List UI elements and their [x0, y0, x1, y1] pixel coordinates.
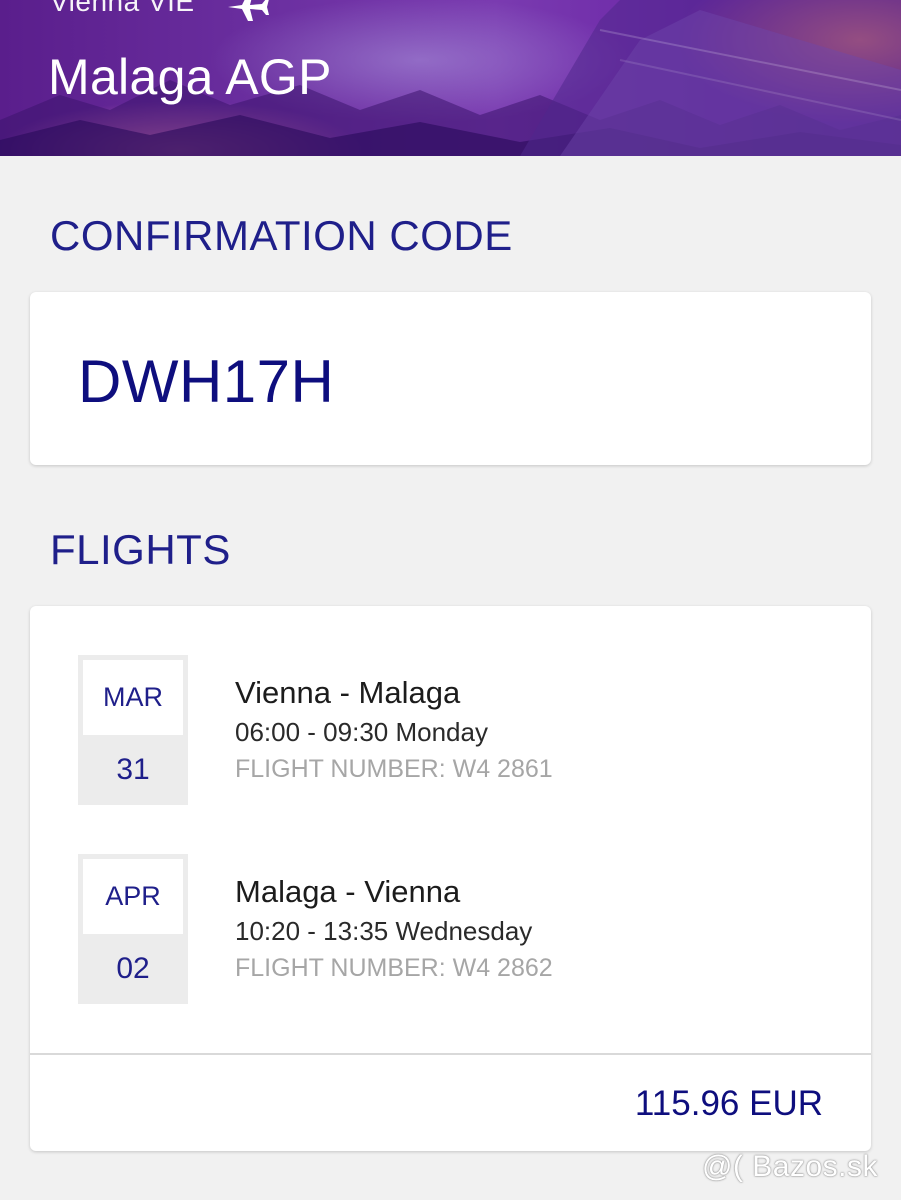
- flight-date-month: APR: [83, 859, 183, 934]
- total-price: 115.96 EUR: [634, 1084, 823, 1123]
- route-origin: Vienna VIE: [50, 0, 195, 17]
- flight-date-day: 02: [116, 952, 150, 985]
- flight-date-month: MAR: [83, 660, 183, 735]
- flight-item[interactable]: APR 02 Malaga - Vienna 10:20 - 13:35 Wed…: [78, 854, 838, 1004]
- flight-time: 10:20 - 13:35 Wednesday: [235, 916, 533, 946]
- flight-route: Malaga - Vienna: [235, 874, 461, 909]
- watermark: @( Bazos.sk: [702, 1150, 878, 1183]
- flights-card: MAR 31 Vienna - Malaga 06:00 - 09:30 Mon…: [30, 606, 871, 1151]
- flight-date-badge: MAR 31: [78, 655, 188, 805]
- price-divider: [30, 1053, 871, 1055]
- route-destination: Malaga AGP: [48, 49, 332, 105]
- confirmation-code-value: DWH17H: [78, 348, 335, 415]
- flight-number: FLIGHT NUMBER: W4 2861: [235, 755, 553, 783]
- flight-item[interactable]: MAR 31 Vienna - Malaga 06:00 - 09:30 Mon…: [78, 655, 838, 805]
- flight-time: 06:00 - 09:30 Monday: [235, 717, 488, 747]
- flights-heading: FLIGHTS: [50, 526, 231, 573]
- confirmation-code-card: DWH17H: [30, 292, 871, 465]
- confirmation-code-heading: CONFIRMATION CODE: [50, 212, 513, 259]
- flight-date-badge: APR 02: [78, 854, 188, 1004]
- flight-route: Vienna - Malaga: [235, 675, 461, 710]
- header-banner: Vienna VIE Malaga AGP: [0, 0, 901, 156]
- flight-date-day: 31: [116, 753, 150, 786]
- flight-number: FLIGHT NUMBER: W4 2862: [235, 954, 553, 982]
- plane-icon: [228, 0, 269, 21]
